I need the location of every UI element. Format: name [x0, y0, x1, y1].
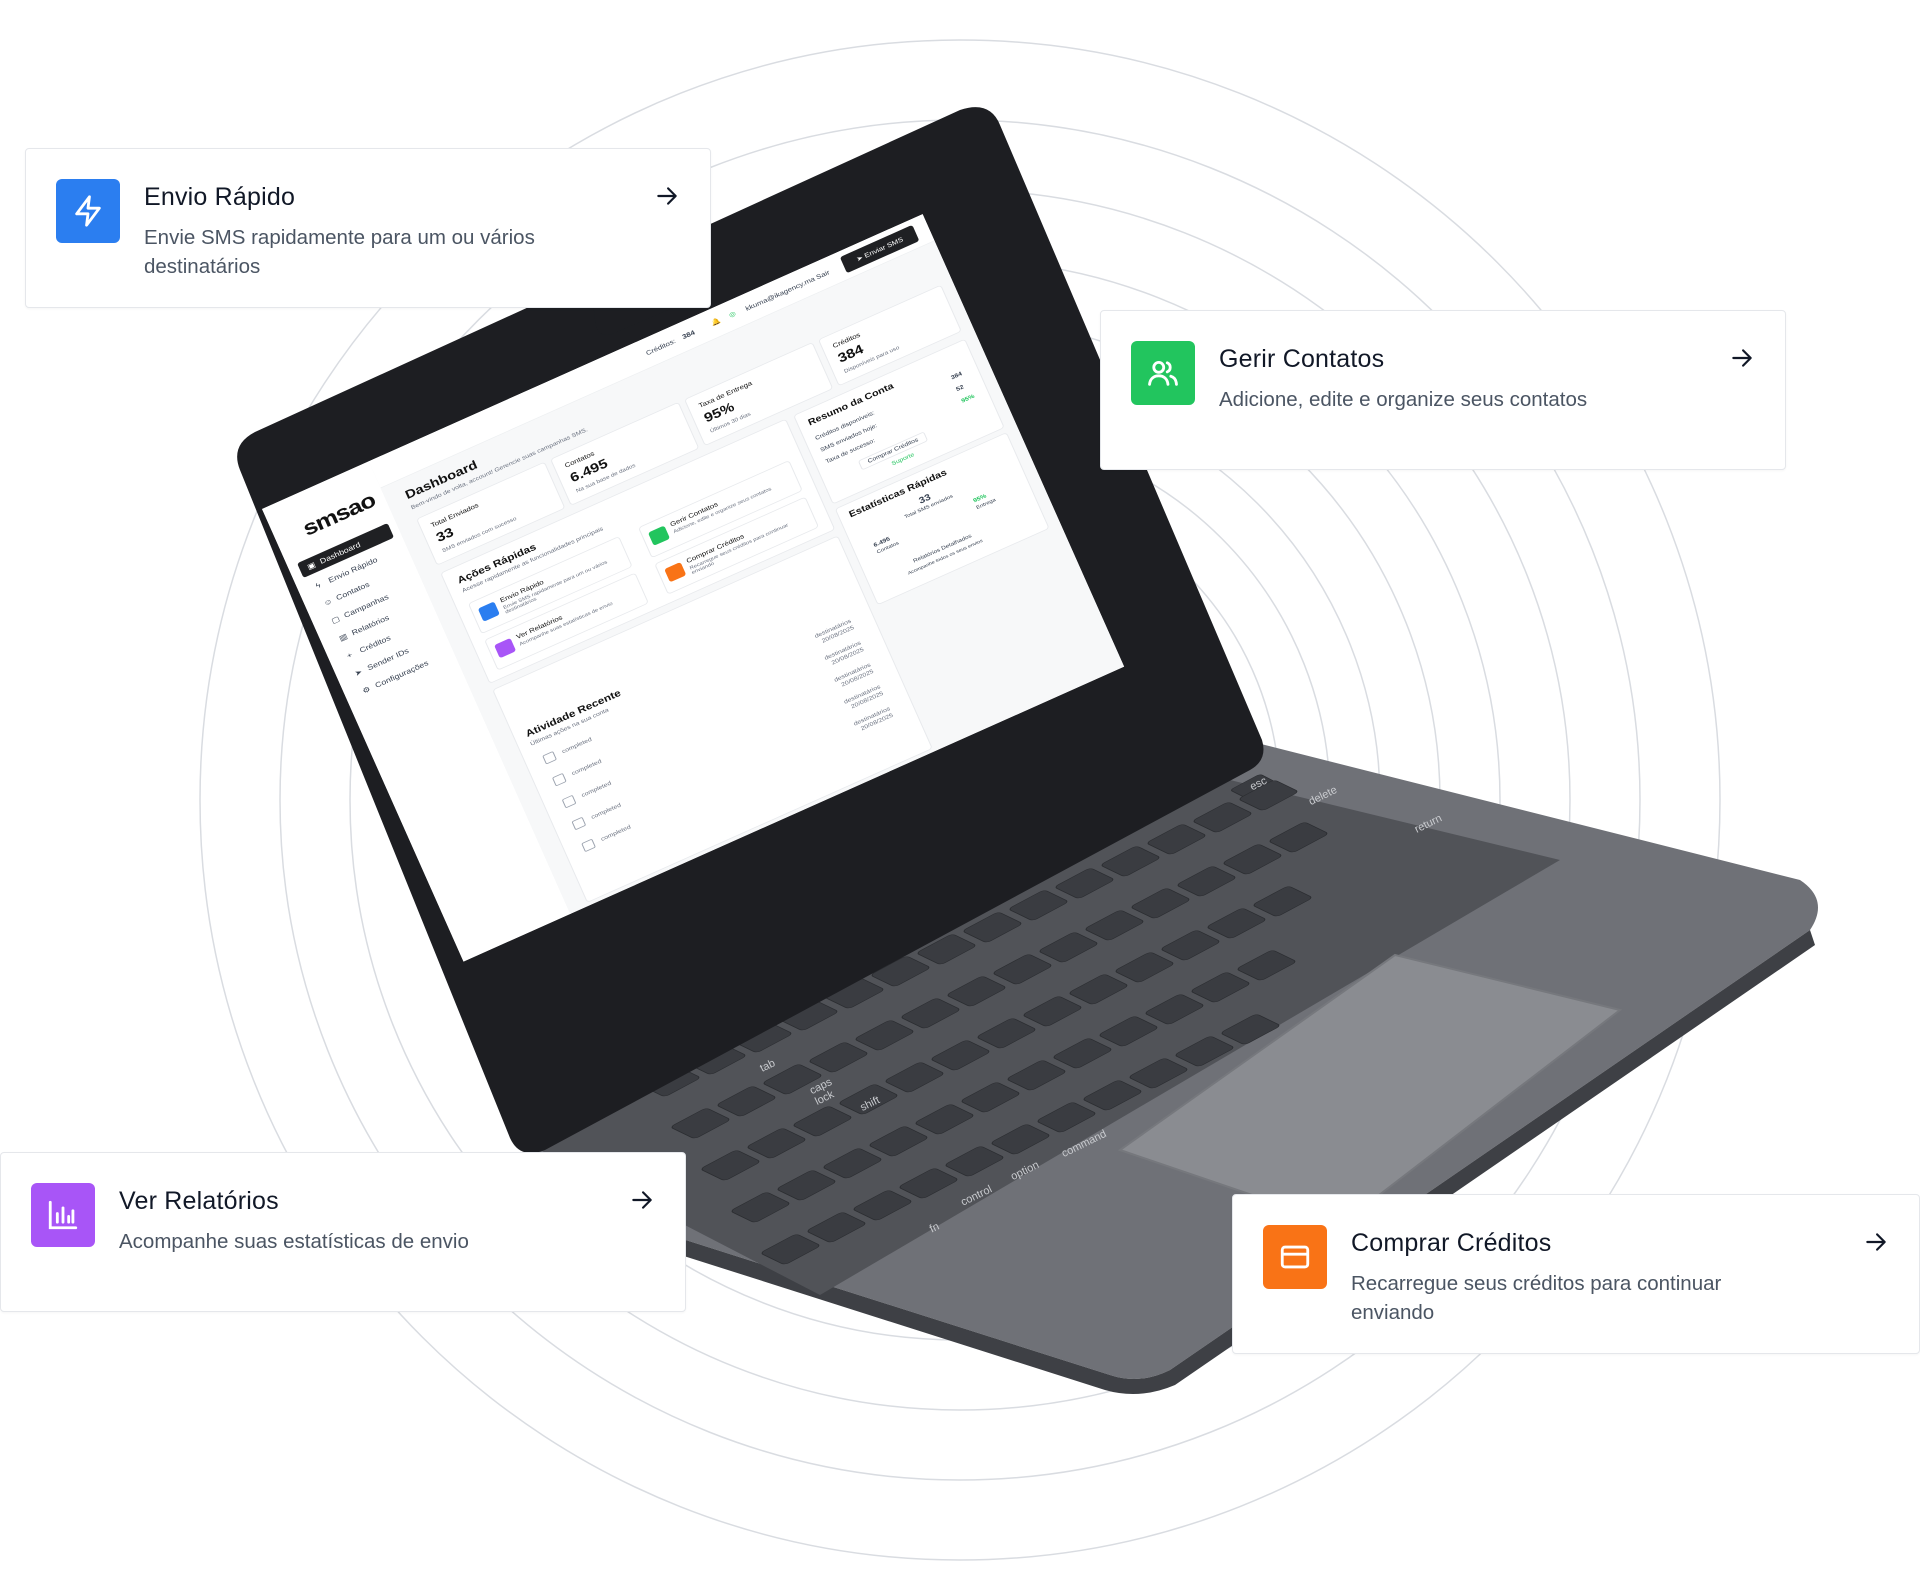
card-title: Comprar Créditos: [1351, 1229, 1552, 1257]
arrow-right-icon[interactable]: [629, 1187, 655, 1213]
gear-icon: ⚙: [361, 684, 372, 695]
card-description: Adicione, edite e organize seus contatos: [1219, 388, 1588, 411]
bell-icon[interactable]: 🔔: [710, 317, 722, 328]
card-title: Gerir Contatos: [1219, 345, 1385, 373]
file-icon: [581, 838, 596, 853]
card-envio-rapido[interactable]: Envio Rápido Envie SMS rapidamente para …: [25, 148, 711, 308]
bar-chart-icon: ▥: [337, 631, 349, 643]
credit-card-icon: [1263, 1225, 1327, 1289]
file-icon: [561, 794, 577, 809]
file-icon: [571, 816, 587, 831]
card-description: Envie SMS rapidamente para um ou vários …: [144, 226, 535, 278]
file-icon: [542, 750, 557, 765]
users-icon: [1131, 341, 1195, 405]
lightning-icon: [477, 601, 500, 622]
lightning-icon: ϟ: [314, 580, 322, 591]
layout-icon: ▣: [305, 559, 317, 571]
card-title: Ver Relatórios: [119, 1187, 279, 1215]
card-description: Acompanhe suas estatísticas de envio: [119, 1230, 469, 1253]
arrow-right-icon[interactable]: [654, 183, 680, 209]
card-comprar-creditos[interactable]: Comprar Créditos Recarregue seus crédito…: [1232, 1194, 1920, 1354]
credits-label: Créditos:: [644, 337, 677, 357]
logout-link[interactable]: Sair: [815, 269, 831, 281]
card-description: Recarregue seus créditos para continuar …: [1351, 1272, 1722, 1324]
users-icon: [647, 525, 671, 546]
credits-value: 384: [681, 328, 697, 341]
lightning-icon: [56, 179, 120, 243]
arrow-right-icon[interactable]: [1729, 345, 1755, 371]
credit-card-icon: [664, 561, 687, 583]
whatsapp-icon[interactable]: ◎: [728, 310, 737, 319]
file-icon: [551, 772, 567, 787]
bar-chart-icon: [31, 1183, 95, 1247]
send-icon: ➤: [353, 666, 364, 678]
card-title: Envio Rápido: [144, 183, 296, 211]
bar-chart-icon: [494, 637, 517, 659]
plus-icon: +: [345, 650, 354, 661]
calendar-icon: ▢: [329, 613, 341, 625]
card-ver-relatorios[interactable]: Ver Relatórios Acompanhe suas estatístic…: [0, 1152, 686, 1312]
users-icon: ☺: [322, 596, 334, 608]
card-gerir-contatos[interactable]: Gerir Contatos Adicione, edite e organiz…: [1100, 310, 1786, 470]
arrow-right-icon[interactable]: [1863, 1229, 1889, 1255]
